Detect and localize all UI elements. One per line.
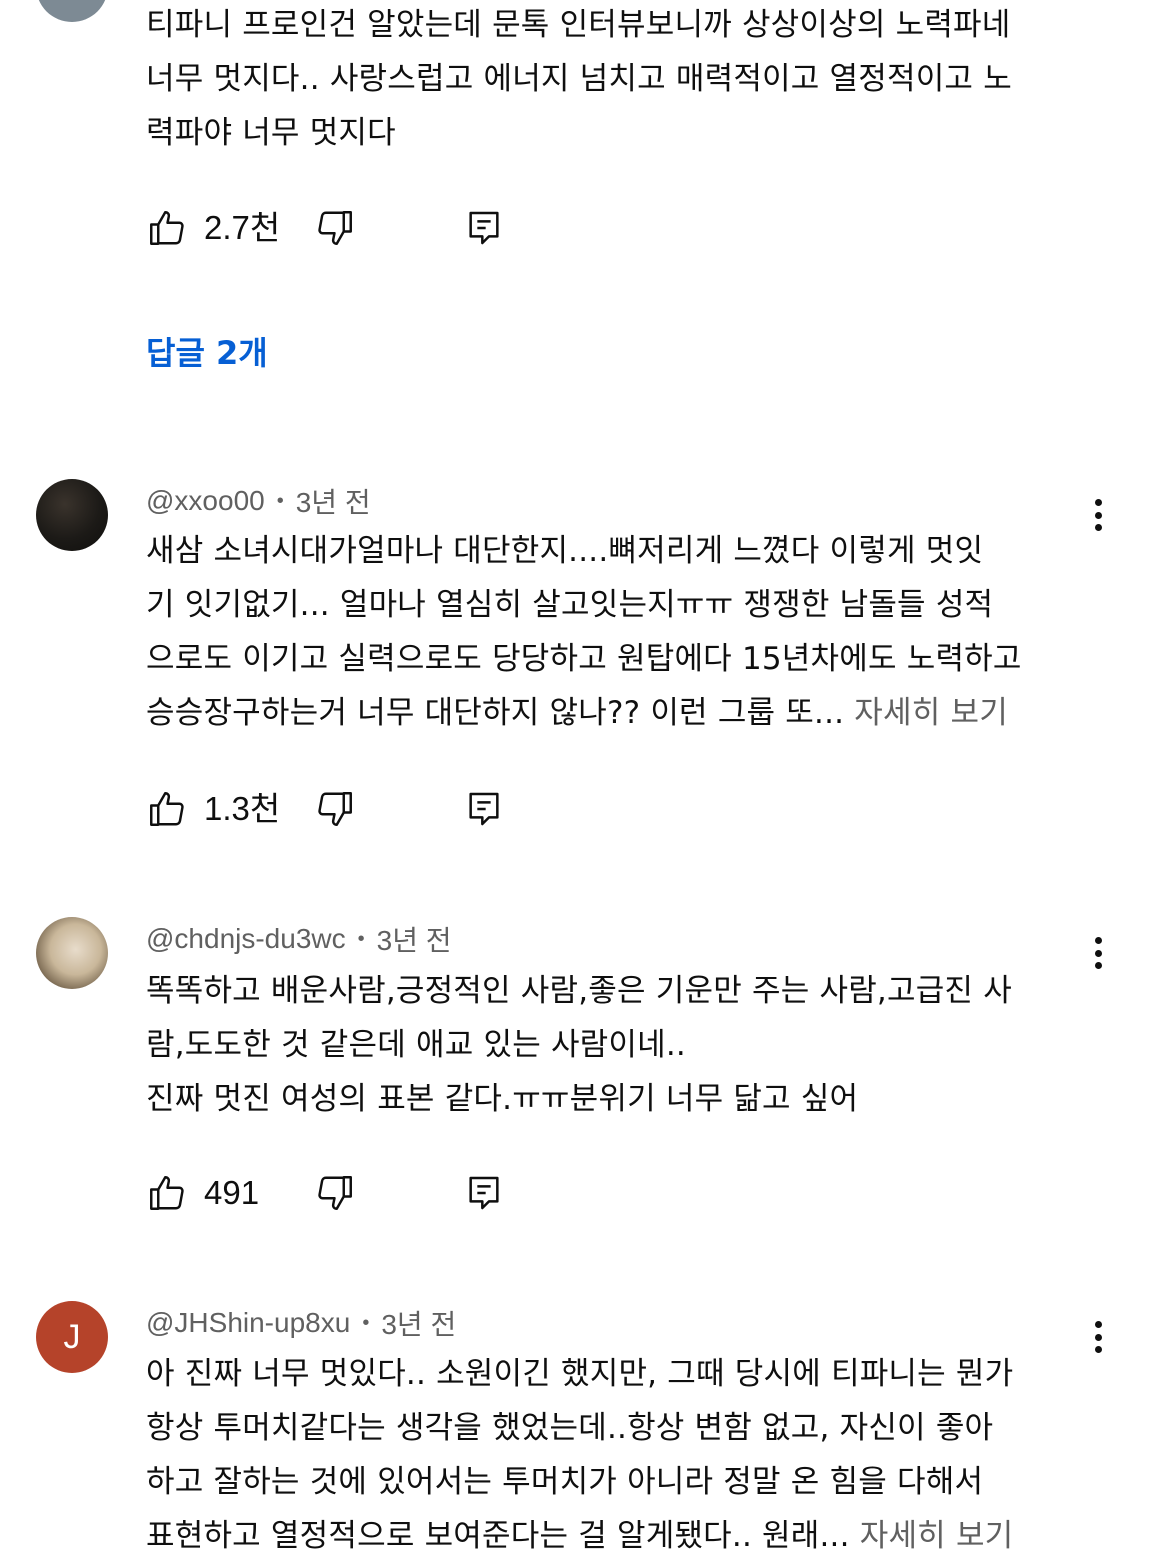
reply-button[interactable] <box>464 781 504 837</box>
comment-line: 똑똑하고 배운사람,긍정적인 사람,좋은 기운만 주는 사람,고급진 사 <box>146 973 1012 1009</box>
thumbs-down-icon <box>318 211 352 245</box>
avatar[interactable] <box>36 0 108 22</box>
dislike-button[interactable] <box>314 781 356 837</box>
comment-line: 새삼 소녀시대가얼마나 대단한지....뼈저리게 느꼈다 이렇게 멋잇 <box>146 533 984 569</box>
comment-line: 아 진짜 너무 멋있다.. 소원이긴 했지만, 그때 당시에 티파니는 뭔가 <box>146 1356 1014 1392</box>
author-name[interactable]: @xxoo00 <box>146 485 265 517</box>
reply-icon <box>469 792 499 826</box>
comment-text: 새삼 소녀시대가얼마나 대단한지....뼈저리게 느꼈다 이렇게 멋잇 기 잇기… <box>146 524 1106 740</box>
thumbs-up-icon <box>150 211 184 245</box>
dislike-button[interactable] <box>314 200 356 256</box>
comment-text: 티파니 프로인건 알았는데 문톡 인터뷰보니까 상상이상의 노력파네 너무 멋지… <box>146 0 1106 160</box>
separator-dot: • <box>362 1311 370 1334</box>
read-more-link[interactable]: 자세히 보기 <box>854 695 1008 731</box>
more-vert-icon <box>1094 499 1102 506</box>
comment-line: 하고 잘하는 것에 있어서는 투머치가 아니라 정말 온 힘을 다해서 <box>146 1464 984 1500</box>
comment-actions: 491 <box>146 1165 566 1221</box>
like-button[interactable] <box>146 781 188 837</box>
replies-link[interactable]: 답글 2개 <box>146 330 268 376</box>
comment-line: 력파야 너무 멋지다 <box>146 115 396 151</box>
timestamp: 3년 전 <box>295 487 371 518</box>
avatar-initial: J <box>63 1317 81 1356</box>
comment-meta: @xxoo00 • 3년 전 <box>146 483 371 519</box>
comment-text: 똑똑하고 배운사람,긍정적인 사람,좋은 기운만 주는 사람,고급진 사 람,도… <box>146 964 1106 1126</box>
comment-line: 람,도도한 것 같은데 애교 있는 사람이네.. <box>146 1027 686 1063</box>
reply-icon <box>469 211 499 245</box>
comment-line: 승승장구하는거 너무 대단하지 않나?? 이런 그룹 또... 자세히 보기 <box>146 695 1008 731</box>
like-count: 2.7천 <box>204 209 281 246</box>
reply-button[interactable] <box>464 1165 504 1221</box>
like-count: 1.3천 <box>204 790 281 827</box>
comment-line: 진짜 멋진 여성의 표본 같다.ㅠㅠ분위기 너무 닮고 싶어 <box>146 1081 859 1117</box>
comment-meta: @JHShin-up8xu • 3년 전 <box>146 1305 456 1341</box>
dislike-button[interactable] <box>314 1165 356 1221</box>
thumbs-down-icon <box>318 1176 352 1210</box>
separator-dot: • <box>276 489 284 512</box>
reply-button[interactable] <box>464 200 504 256</box>
separator-dot: • <box>357 927 365 950</box>
more-vert-icon <box>1094 937 1102 944</box>
comment-actions: 1.3천 <box>146 781 566 837</box>
comment-text: 아 진짜 너무 멋있다.. 소원이긴 했지만, 그때 당시에 티파니는 뭔가 항… <box>146 1347 1106 1563</box>
avatar[interactable] <box>36 479 108 551</box>
comment-line: 표현하고 열정적으로 보여준다는 걸 알게됐다.. 원래... 자세히 보기 <box>146 1518 1014 1554</box>
comment-line: 항상 투머치같다는 생각을 했었는데..항상 변함 없고, 자신이 좋아 <box>146 1410 994 1446</box>
author-name[interactable]: @chdnjs-du3wc <box>146 923 346 955</box>
thumbs-up-icon <box>150 792 184 826</box>
comment-line: 으로도 이기고 실력으로도 당당하고 원탑에다 15년차에도 노력하고 <box>146 641 1022 677</box>
read-more-link[interactable]: 자세히 보기 <box>860 1518 1014 1554</box>
comment-line: 기 잇기없기... 얼마나 열심히 살고잇는지ㅠㅠ 쟁쟁한 남돌들 성적 <box>146 587 994 623</box>
avatar[interactable] <box>36 917 108 989</box>
timestamp: 3년 전 <box>381 1309 457 1340</box>
comment-line: 너무 멋지다.. 사랑스럽고 에너지 넘치고 매력적이고 열정적이고 노 <box>146 61 1012 97</box>
like-count: 491 <box>204 1174 260 1211</box>
thumbs-down-icon <box>318 792 352 826</box>
thumbs-up-icon <box>150 1176 184 1210</box>
timestamp: 3년 전 <box>376 925 452 956</box>
comment-actions: 2.7천 <box>146 200 566 256</box>
like-button[interactable] <box>146 200 188 256</box>
avatar[interactable]: J <box>36 1301 108 1373</box>
like-button[interactable] <box>146 1165 188 1221</box>
more-vert-icon <box>1094 1321 1102 1328</box>
author-name[interactable]: @JHShin-up8xu <box>146 1307 350 1339</box>
reply-icon <box>469 1176 499 1210</box>
comment-line: 티파니 프로인건 알았는데 문톡 인터뷰보니까 상상이상의 노력파네 <box>146 7 1011 43</box>
comment-meta: @chdnjs-du3wc • 3년 전 <box>146 921 452 957</box>
